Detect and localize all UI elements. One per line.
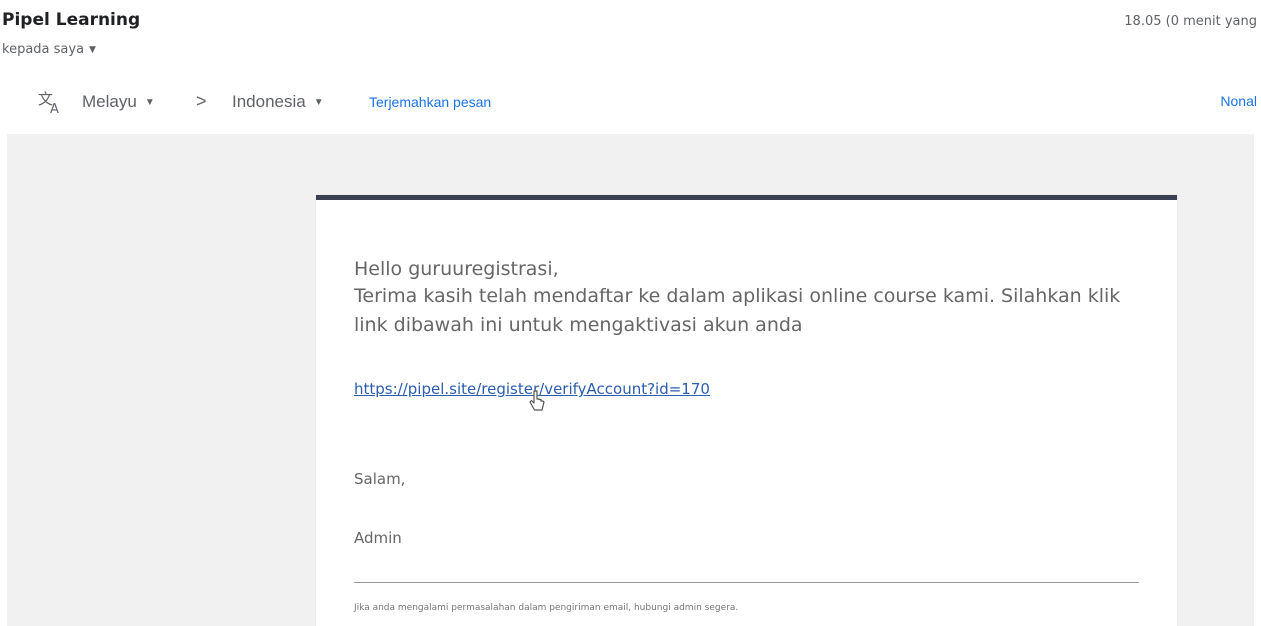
svg-text:A: A <box>50 102 59 114</box>
translate-icon: 文 A <box>38 90 59 114</box>
message-timestamp: 18.05 (0 menit yang <box>1124 14 1257 29</box>
target-language-select[interactable]: Indonesia ▼ <box>232 92 324 112</box>
recipient-dropdown[interactable]: kepada saya ▼ <box>2 42 96 57</box>
chevron-down-icon: ▼ <box>144 97 155 108</box>
translate-bar: 文 A Melayu ▼ > Indonesia ▼ Terjemahkan pes… <box>0 78 1261 126</box>
signature-text: Admin <box>354 529 402 547</box>
sender-name[interactable]: Pipel Learning <box>2 10 140 30</box>
chevron-down-icon: ▼ <box>313 97 324 108</box>
greeting-text: Hello guruuregistrasi, <box>354 258 559 280</box>
email-card: Hello guruuregistrasi, Terima kasih tela… <box>316 195 1177 626</box>
chevron-down-icon: ▼ <box>89 45 96 55</box>
source-language-label: Melayu <box>82 92 137 111</box>
footer-divider <box>354 582 1139 583</box>
translate-message-link[interactable]: Terjemahkan pesan <box>369 94 491 110</box>
chevron-right-icon: > <box>196 91 207 111</box>
footer-note: Jika anda mengalami permasalahan dalam p… <box>354 603 739 613</box>
target-language-label: Indonesia <box>232 92 306 111</box>
disable-translation-link[interactable]: Nonal <box>1220 93 1257 109</box>
email-view: Pipel Learning kepada saya ▼ 18.05 (0 men… <box>0 0 1261 626</box>
pointer-cursor-icon <box>529 390 545 411</box>
source-language-select[interactable]: Melayu ▼ <box>82 92 155 112</box>
recipient-label: kepada saya <box>2 42 85 57</box>
closing-text: Salam, <box>354 470 406 488</box>
message-text: Terima kasih telah mendaftar ke dalam ap… <box>354 285 1121 336</box>
